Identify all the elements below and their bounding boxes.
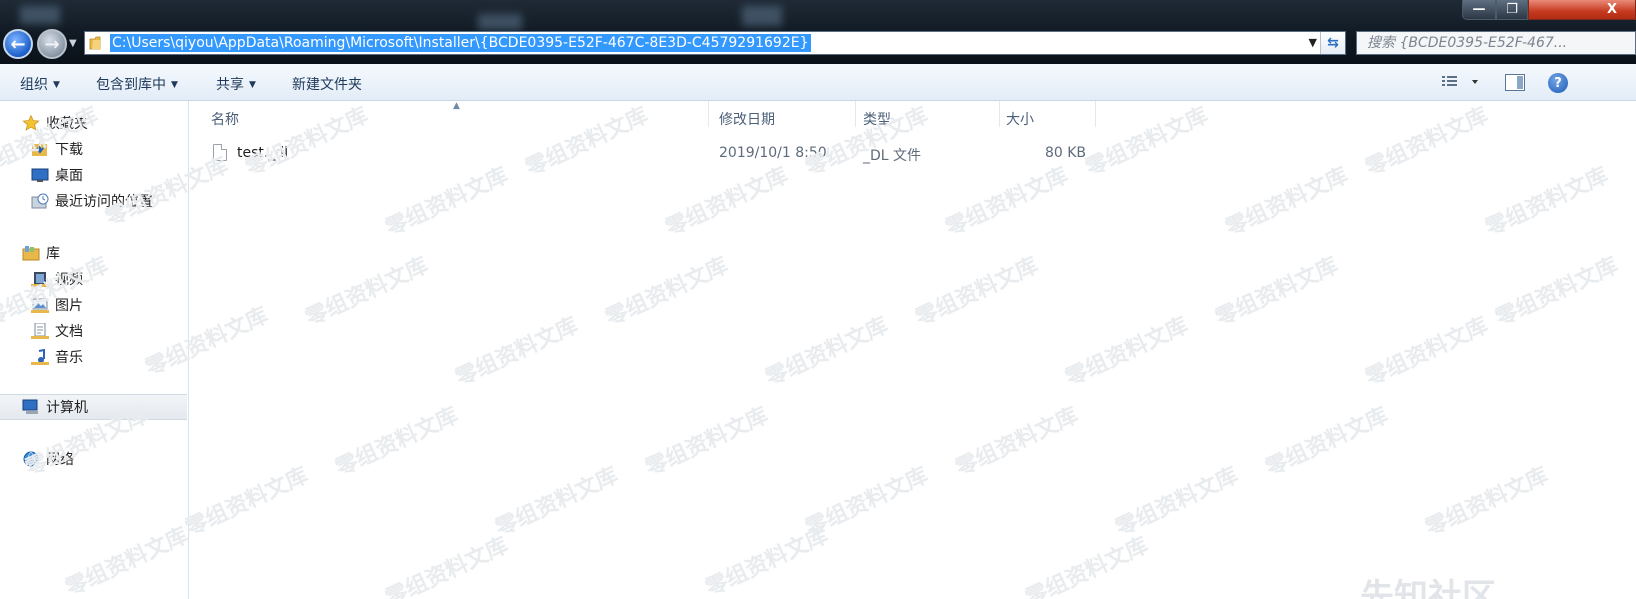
file-name[interactable]: test._dl <box>237 145 288 161</box>
preview-pane-button[interactable] <box>1505 74 1525 91</box>
column-header-type[interactable]: 类型 <box>863 109 891 129</box>
help-button[interactable]: ? <box>1548 73 1568 93</box>
back-button[interactable]: ← <box>3 29 33 59</box>
refresh-icon: ⇆ <box>1327 35 1339 51</box>
downloads-folder-icon <box>32 143 47 156</box>
new-folder-button[interactable]: 新建文件夹 <box>292 74 362 94</box>
minimize-button[interactable]: — <box>1462 0 1496 20</box>
sort-ascending-icon: ▲ <box>453 101 460 111</box>
column-header-name[interactable]: 名称 <box>211 109 239 129</box>
nav-item-label: 文档 <box>55 324 83 340</box>
chevron-down-icon: ▼ <box>171 80 178 90</box>
star-icon <box>22 115 40 131</box>
nav-item-videos[interactable]: 视频 <box>31 268 83 290</box>
nav-item-label: 桌面 <box>55 168 83 184</box>
nav-item-label: 音乐 <box>55 350 83 366</box>
back-arrow-icon: ← <box>10 33 26 55</box>
file-size: 80 KB <box>1044 145 1086 161</box>
organize-label: 组织 <box>20 77 48 93</box>
column-divider[interactable] <box>1095 101 1096 127</box>
computer-icon <box>22 399 38 414</box>
nav-libraries[interactable]: 库 <box>22 242 60 264</box>
file-icon <box>213 144 227 161</box>
command-bar: 组织 ▼ 包含到库中 ▼ 共享 ▼ 新建文件夹 ? <box>0 64 1636 101</box>
library-icon <box>22 246 40 261</box>
nav-item-label: 下载 <box>55 142 83 158</box>
nav-item-desktop[interactable]: 桌面 <box>31 164 83 186</box>
desktop-blur <box>742 6 782 26</box>
file-type: _DL 文件 <box>863 148 922 164</box>
minimize-icon: — <box>1472 2 1486 17</box>
folder-icon <box>89 36 101 50</box>
address-bar[interactable]: C:\Users\qiyou\AppData\Roaming\Microsoft… <box>84 31 1346 55</box>
nav-item-pictures[interactable]: 图片 <box>31 294 83 316</box>
close-icon: X <box>1606 2 1618 17</box>
forward-button[interactable]: → <box>37 29 67 59</box>
chevron-down-icon: ▼ <box>249 80 256 90</box>
desktop-icon <box>31 168 49 182</box>
desktop-blur <box>478 14 522 30</box>
videos-icon <box>31 272 49 287</box>
address-path[interactable]: C:\Users\qiyou\AppData\Roaming\Microsoft… <box>110 34 811 52</box>
forward-arrow-icon: → <box>44 33 60 55</box>
view-list-icon <box>1442 76 1478 86</box>
nav-item-recent-places[interactable]: 最近访问的位置 <box>31 190 153 212</box>
share-label: 共享 <box>216 77 244 93</box>
network-icon <box>23 451 39 467</box>
nav-favorites-label: 收藏夹 <box>46 116 88 132</box>
nav-item-music[interactable]: 音乐 <box>31 346 83 368</box>
column-divider[interactable] <box>855 101 856 127</box>
change-view-button[interactable] <box>1440 73 1486 91</box>
recent-places-icon <box>31 193 49 209</box>
nav-favorites[interactable]: 收藏夹 <box>22 112 88 134</box>
address-history-dropdown[interactable]: ▼ <box>1309 36 1317 49</box>
desktop-blur <box>20 6 60 24</box>
nav-item-label: 图片 <box>55 298 83 314</box>
file-modified: 2019/10/1 8:50 <box>719 145 827 161</box>
chevron-down-icon: ▼ <box>53 80 60 90</box>
pictures-icon <box>31 298 49 313</box>
nav-network-label: 网络 <box>46 452 74 468</box>
close-button[interactable]: X <box>1528 0 1636 20</box>
file-list: ▲ 名称 修改日期 类型 大小 test._dl 2019/10/1 8:50 … <box>189 101 1636 599</box>
documents-icon <box>31 323 49 339</box>
nav-computer[interactable]: 计算机 <box>22 396 88 418</box>
column-divider[interactable] <box>999 101 1000 127</box>
nav-item-label: 最近访问的位置 <box>55 194 153 210</box>
nav-network[interactable]: 网络 <box>22 448 74 470</box>
organize-menu[interactable]: 组织 ▼ <box>20 74 60 94</box>
new-folder-label: 新建文件夹 <box>292 77 362 93</box>
nav-item-label: 视频 <box>55 272 83 288</box>
column-header-size[interactable]: 大小 <box>1006 109 1034 129</box>
help-icon: ? <box>1554 75 1562 91</box>
nav-computer-label: 计算机 <box>46 400 88 416</box>
refresh-button[interactable]: ⇆ <box>1320 32 1345 54</box>
nav-item-documents[interactable]: 文档 <box>31 320 83 342</box>
recent-pages-dropdown[interactable]: ▼ <box>69 38 77 49</box>
nav-libraries-label: 库 <box>46 246 60 262</box>
music-icon <box>31 349 49 365</box>
share-menu[interactable]: 共享 ▼ <box>216 74 256 94</box>
search-input[interactable]: 搜索 {BCDE0395-E52F-467... <box>1356 31 1636 55</box>
maximize-button[interactable]: ❐ <box>1496 0 1528 20</box>
include-in-library-menu[interactable]: 包含到库中 ▼ <box>96 74 178 94</box>
window-titlebar: ← → ▼ C:\Users\qiyou\AppData\Roaming\Mic… <box>0 0 1636 64</box>
maximize-icon: ❐ <box>1506 2 1518 17</box>
column-divider[interactable] <box>708 101 709 127</box>
include-in-library-label: 包含到库中 <box>96 77 166 93</box>
column-header-modified[interactable]: 修改日期 <box>719 109 775 129</box>
navigation-pane: 收藏夹 下载 桌面 最近访问的位置 库 视频 图片 文档 音乐 计算机 网络 <box>0 101 189 599</box>
nav-item-downloads[interactable]: 下载 <box>31 138 83 160</box>
